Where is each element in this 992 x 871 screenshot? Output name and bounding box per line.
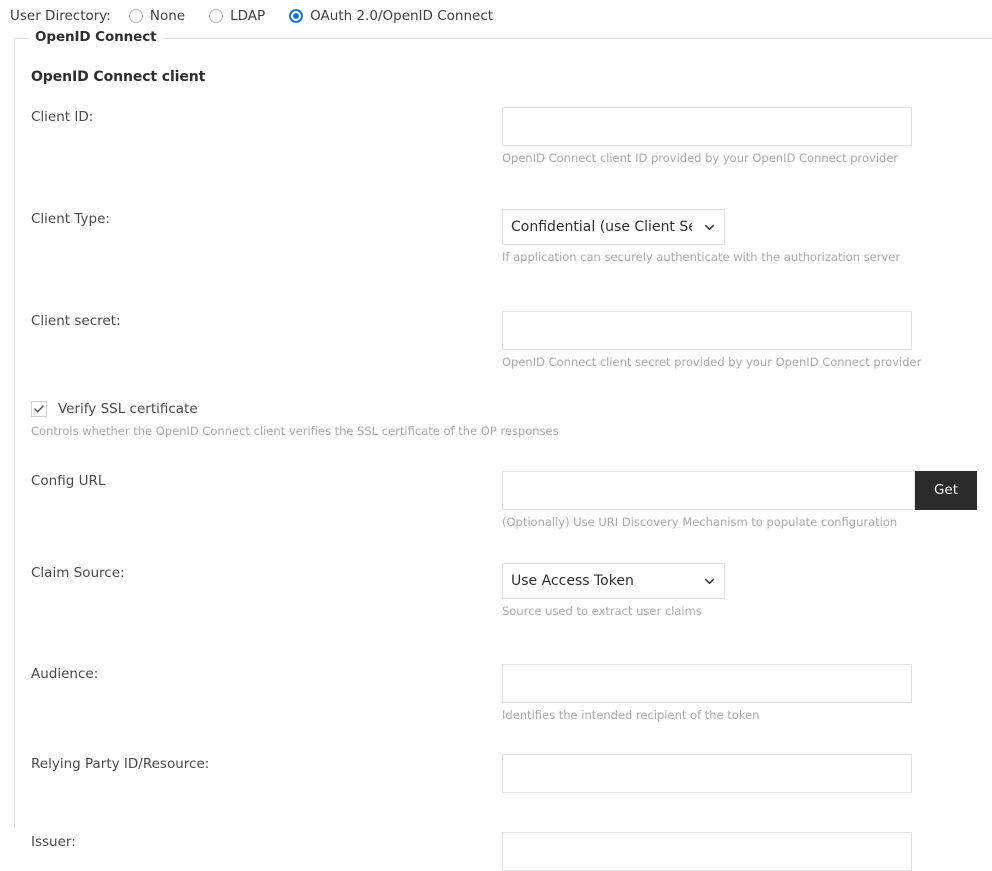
form-row-verify-ssl: Verify SSL certificate Controls whether … (31, 401, 992, 438)
section-title-openid-connect-client: OpenID Connect client (31, 69, 206, 85)
help-audience: Identifies the intended recipient of the… (502, 707, 760, 722)
help-client-secret: OpenID Connect client secret provided by… (502, 354, 922, 369)
form-row-client-id: Client ID: OpenID Connect client ID prov… (31, 107, 992, 165)
radio-icon-oauth[interactable] (289, 9, 304, 23)
panel-legend: OpenID Connect (29, 29, 165, 45)
input-client-id[interactable] (502, 107, 912, 146)
label-config-url: Config URL (31, 473, 106, 490)
label-audience: Audience: (31, 665, 99, 682)
field-relying-party (502, 754, 992, 794)
checkbox-label-verify-ssl: Verify SSL certificate (58, 401, 198, 418)
label-client-type: Client Type: (31, 211, 110, 228)
radio-option-ldap[interactable]: LDAP (209, 8, 265, 24)
form-row-client-secret: Client secret: OpenID Connect client sec… (31, 310, 992, 369)
openid-connect-panel: OpenID Connect OpenID Connect client Cli… (14, 29, 992, 871)
label-claim-source: Claim Source: (31, 564, 125, 581)
field-client-id: OpenID Connect client ID provided by you… (502, 107, 992, 165)
field-claim-source: Use Access Token Source used to extract … (502, 562, 992, 618)
field-audience: Identifies the intended recipient of the… (502, 663, 992, 722)
config-url-input-group: Get (502, 471, 992, 511)
label-issuer: Issuer: (31, 834, 76, 851)
field-issuer (502, 832, 992, 871)
checkmark-icon (34, 405, 44, 413)
form-row-config-url: Config URL Get (Optionally) Use URI Disc… (31, 471, 992, 529)
help-client-type: If application can securely authenticate… (502, 250, 901, 265)
help-verify-ssl: Controls whether the OpenID Connect clie… (31, 424, 559, 439)
radio-icon-none[interactable] (128, 9, 143, 23)
form-row-relying-party: Relying Party ID/Resource: (31, 754, 992, 794)
label-relying-party: Relying Party ID/Resource: (31, 756, 210, 773)
checkbox-icon-verify-ssl[interactable] (31, 401, 47, 418)
input-relying-party[interactable] (502, 754, 912, 794)
label-client-id: Client ID: (31, 109, 94, 125)
form-row-audience: Audience: Identifies the intended recipi… (31, 663, 992, 722)
input-audience[interactable] (502, 663, 912, 703)
form-row-issuer: Issuer: (31, 832, 992, 871)
select-wrap-client-type: Confidential (use Client Secret) (502, 209, 725, 246)
help-claim-source: Source used to extract user claims (502, 603, 702, 618)
label-client-secret: Client secret: (31, 312, 121, 329)
radio-label-ldap: LDAP (230, 8, 266, 24)
input-client-secret[interactable] (502, 310, 912, 350)
radio-option-none[interactable]: None (128, 8, 186, 24)
form-row-claim-source: Claim Source: Use Access Token Source us… (31, 562, 992, 618)
help-client-id: OpenID Connect client ID provided by you… (502, 151, 899, 165)
radio-option-oauth[interactable]: OAuth 2.0/OpenID Connect (289, 8, 493, 24)
select-claim-source[interactable]: Use Access Token (502, 562, 725, 599)
input-issuer[interactable] (502, 832, 912, 871)
get-config-button[interactable]: Get (915, 471, 977, 511)
radio-label-oauth: OAuth 2.0/OpenID Connect (310, 8, 494, 24)
radio-icon-ldap[interactable] (209, 9, 224, 23)
field-config-url: Get (Optionally) Use URI Discovery Mecha… (502, 471, 992, 529)
select-wrap-claim-source: Use Access Token (502, 562, 725, 599)
panel-content: OpenID Connect client Client ID: OpenID … (15, 39, 992, 871)
user-directory-label: User Directory: (10, 8, 111, 24)
radio-label-none: None (149, 8, 186, 24)
input-config-url[interactable] (502, 471, 915, 511)
select-client-type[interactable]: Confidential (use Client Secret) (502, 209, 725, 246)
checkbox-verify-ssl[interactable]: Verify SSL certificate (31, 401, 992, 418)
field-client-type: Confidential (use Client Secret) If appl… (502, 209, 992, 264)
form-row-client-type: Client Type: Confidential (use Client Se… (31, 209, 992, 264)
field-client-secret: OpenID Connect client secret provided by… (502, 310, 992, 369)
help-config-url: (Optionally) Use URI Discovery Mechanism… (502, 515, 898, 530)
user-directory-row: User Directory: None LDAP OAuth 2.0/Open… (0, 0, 992, 32)
